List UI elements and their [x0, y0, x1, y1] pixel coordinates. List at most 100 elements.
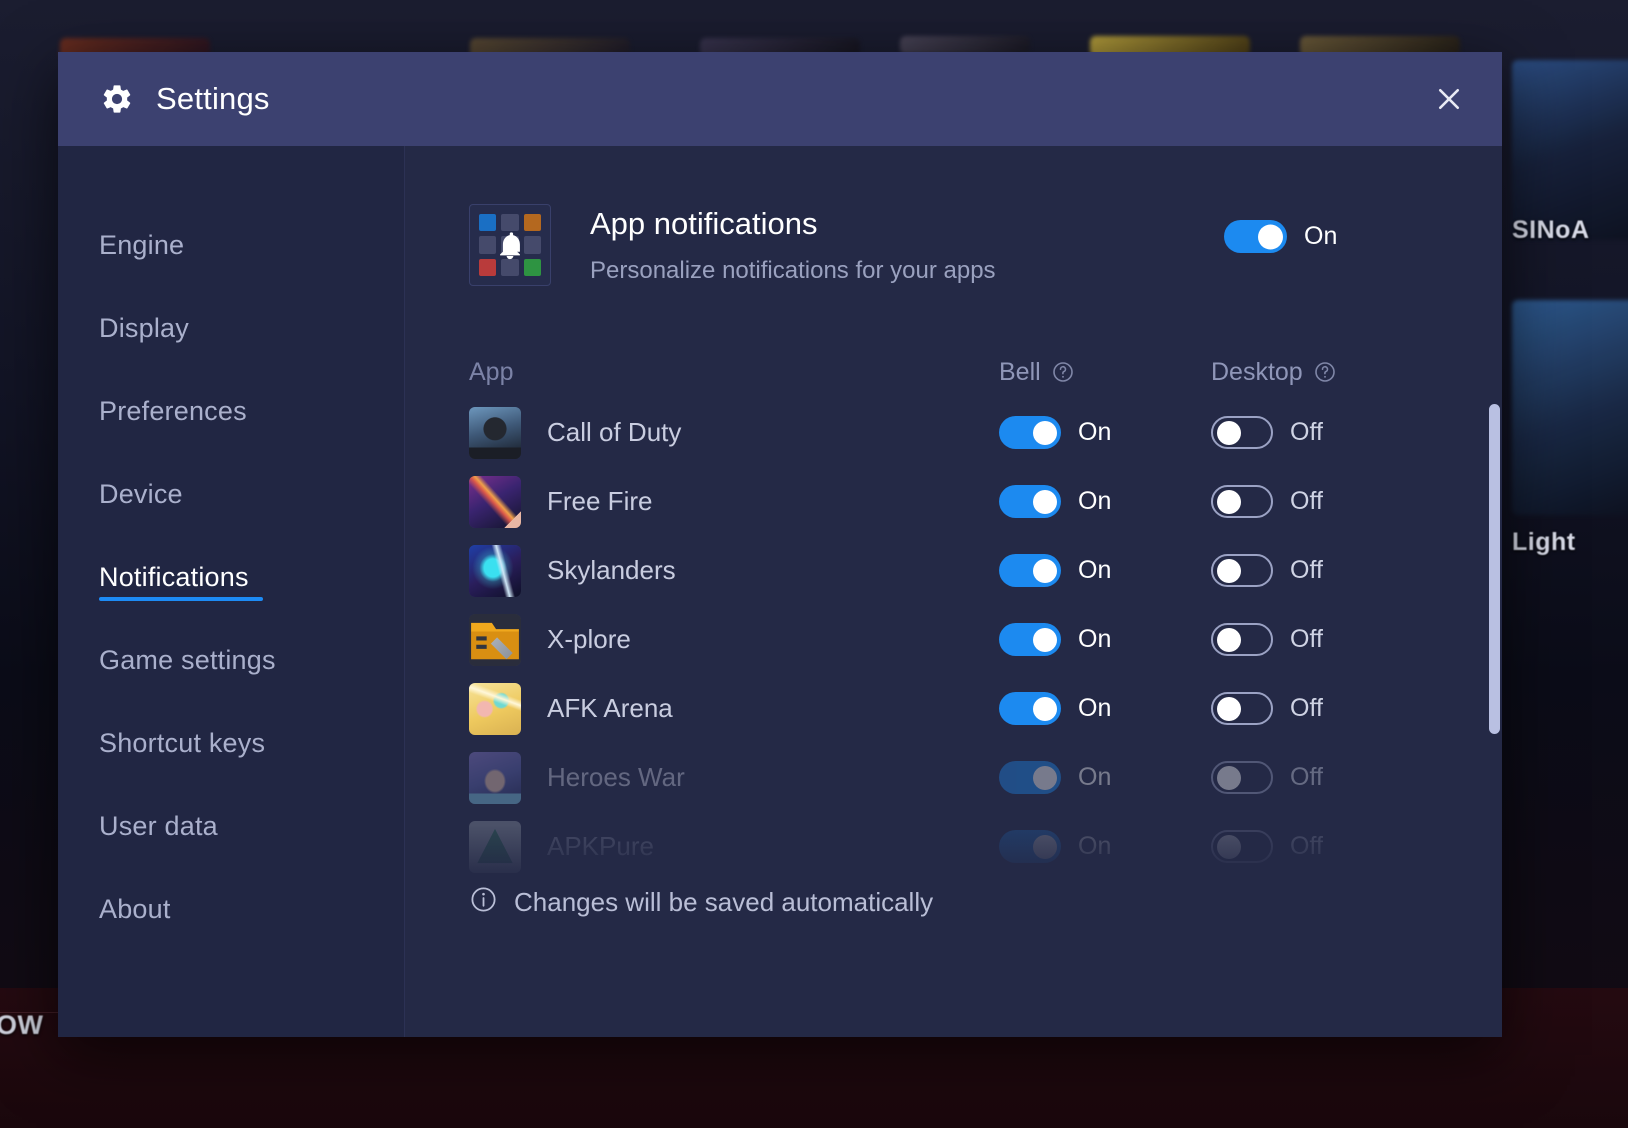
sidebar-item-display[interactable]: Display	[58, 287, 404, 370]
desktop-toggle-cell[interactable]: Off	[1211, 416, 1336, 449]
app-icon-skylanders	[469, 544, 521, 597]
toggle-knob	[1033, 489, 1057, 514]
table-row[interactable]: X-plore On Off	[469, 605, 1472, 674]
toggle-knob	[1217, 765, 1241, 790]
app-name: Free Fire	[547, 486, 653, 516]
bell-toggle-cell[interactable]: On	[999, 761, 1211, 794]
desktop-toggle-cell[interactable]: Off	[1211, 485, 1336, 518]
gear-icon	[100, 82, 134, 116]
app-name: Heroes War	[547, 762, 685, 792]
sidebar-item-label: Engine	[99, 230, 185, 260]
desktop-toggle[interactable]	[1211, 761, 1273, 794]
background-card-sinoalice	[1512, 60, 1628, 240]
table-row[interactable]: APKPure On Off	[469, 812, 1472, 881]
dialog-body: Engine Display Preferences Device Notifi…	[58, 146, 1502, 1037]
app-notifications-grid-bell-icon	[469, 204, 551, 286]
table-row[interactable]: Skylanders On Off	[469, 536, 1472, 605]
desktop-state-label: Off	[1290, 694, 1323, 722]
desktop-toggle-cell[interactable]: Off	[1211, 830, 1336, 863]
column-header-desktop-label: Desktop	[1211, 357, 1303, 386]
sidebar-item-engine[interactable]: Engine	[58, 204, 404, 287]
app-name: Call of Duty	[547, 417, 682, 447]
sidebar-item-user-data[interactable]: User data	[58, 785, 404, 868]
bell-toggle[interactable]	[999, 623, 1061, 656]
toggle-switch[interactable]	[1224, 220, 1287, 253]
bell-toggle[interactable]	[999, 761, 1061, 794]
bell-toggle-cell[interactable]: On	[999, 692, 1211, 725]
bell-toggle-cell[interactable]: On	[999, 485, 1211, 518]
app-notifications-master-toggle[interactable]: On	[1224, 220, 1350, 253]
bell-toggle-cell[interactable]: On	[999, 623, 1211, 656]
app-icon-free-fire	[469, 475, 521, 528]
close-icon[interactable]	[1422, 72, 1476, 126]
sidebar-item-game-settings[interactable]: Game settings	[58, 619, 404, 702]
sidebar-item-preferences[interactable]: Preferences	[58, 370, 404, 453]
toggle-knob	[1033, 834, 1057, 859]
sidebar-item-label: Preferences	[99, 396, 247, 426]
desktop-toggle[interactable]	[1211, 416, 1273, 449]
bell-toggle-cell[interactable]: On	[999, 554, 1211, 587]
row-app-cell: Call of Duty	[469, 406, 999, 459]
toggle-knob	[1033, 765, 1057, 790]
notifications-panel: App notifications Personalize notificati…	[405, 146, 1502, 1037]
sidebar-item-notifications[interactable]: Notifications	[58, 536, 404, 619]
desktop-toggle[interactable]	[1211, 623, 1273, 656]
column-header-desktop: Desktop	[1211, 358, 1337, 387]
section-header: App notifications Personalize notificati…	[405, 146, 1502, 286]
toggle-knob	[1033, 696, 1057, 721]
desktop-toggle-cell[interactable]: Off	[1211, 761, 1336, 794]
desktop-toggle-cell[interactable]: Off	[1211, 623, 1336, 656]
toggle-knob	[1217, 489, 1241, 514]
sidebar-item-label: Shortcut keys	[99, 728, 266, 758]
desktop-state-label: Off	[1290, 418, 1323, 446]
section-subtitle: Personalize notifications for your apps	[590, 257, 996, 284]
sidebar-item-about[interactable]: About	[58, 868, 404, 951]
app-icon-afk-arena	[469, 682, 521, 735]
bell-toggle-cell[interactable]: On	[999, 416, 1211, 449]
sidebar-item-shortcut-keys[interactable]: Shortcut keys	[58, 702, 404, 785]
desktop-state-label: Off	[1290, 625, 1323, 653]
bell-state-label: On	[1078, 556, 1112, 584]
app-icon-x-plore	[469, 613, 521, 666]
section-text: App notifications Personalize notificati…	[590, 204, 996, 285]
dialog-title: Settings	[156, 81, 270, 116]
question-mark-icon[interactable]	[1051, 360, 1075, 384]
sidebar-item-label: User data	[99, 811, 218, 841]
app-icon-heroes-war	[469, 751, 521, 804]
toggle-knob	[1217, 696, 1241, 721]
table-row[interactable]: Heroes War On Off	[469, 743, 1472, 812]
background-card-light	[1512, 300, 1628, 515]
bell-state-label: On	[1078, 832, 1112, 860]
table-row[interactable]: Call of Duty On Off	[469, 398, 1472, 467]
column-header-app: App	[469, 357, 514, 386]
bell-toggle[interactable]	[999, 554, 1061, 587]
content-scrollbar-thumb[interactable]	[1489, 404, 1500, 734]
bell-toggle[interactable]	[999, 416, 1061, 449]
bell-state-label: On	[1078, 694, 1112, 722]
desktop-toggle[interactable]	[1211, 692, 1273, 725]
desktop-toggle[interactable]	[1211, 485, 1273, 518]
desktop-toggle[interactable]	[1211, 554, 1273, 587]
toggle-knob	[1217, 558, 1241, 583]
bell-toggle[interactable]	[999, 692, 1061, 725]
bell-toggle[interactable]	[999, 830, 1061, 863]
table-row[interactable]: Free Fire On Off	[469, 467, 1472, 536]
app-name: X-plore	[547, 624, 631, 654]
desktop-state-label: Off	[1290, 763, 1323, 791]
bell-state-label: On	[1078, 625, 1112, 653]
sidebar-item-label: Device	[99, 479, 183, 509]
content-scrollbar-track[interactable]	[1489, 404, 1502, 1024]
sidebar-item-label: About	[99, 894, 171, 924]
toggle-knob	[1217, 834, 1241, 859]
bell-toggle[interactable]	[999, 485, 1061, 518]
column-header-bell: Bell	[999, 358, 1211, 387]
sidebar-item-device[interactable]: Device	[58, 453, 404, 536]
toggle-knob	[1033, 558, 1057, 583]
desktop-toggle[interactable]	[1211, 830, 1273, 863]
desktop-toggle-cell[interactable]: Off	[1211, 692, 1336, 725]
active-underline	[99, 597, 263, 601]
desktop-toggle-cell[interactable]: Off	[1211, 554, 1336, 587]
bell-toggle-cell[interactable]: On	[999, 830, 1211, 863]
question-mark-icon[interactable]	[1313, 360, 1337, 384]
table-row[interactable]: AFK Arena On Off	[469, 674, 1472, 743]
